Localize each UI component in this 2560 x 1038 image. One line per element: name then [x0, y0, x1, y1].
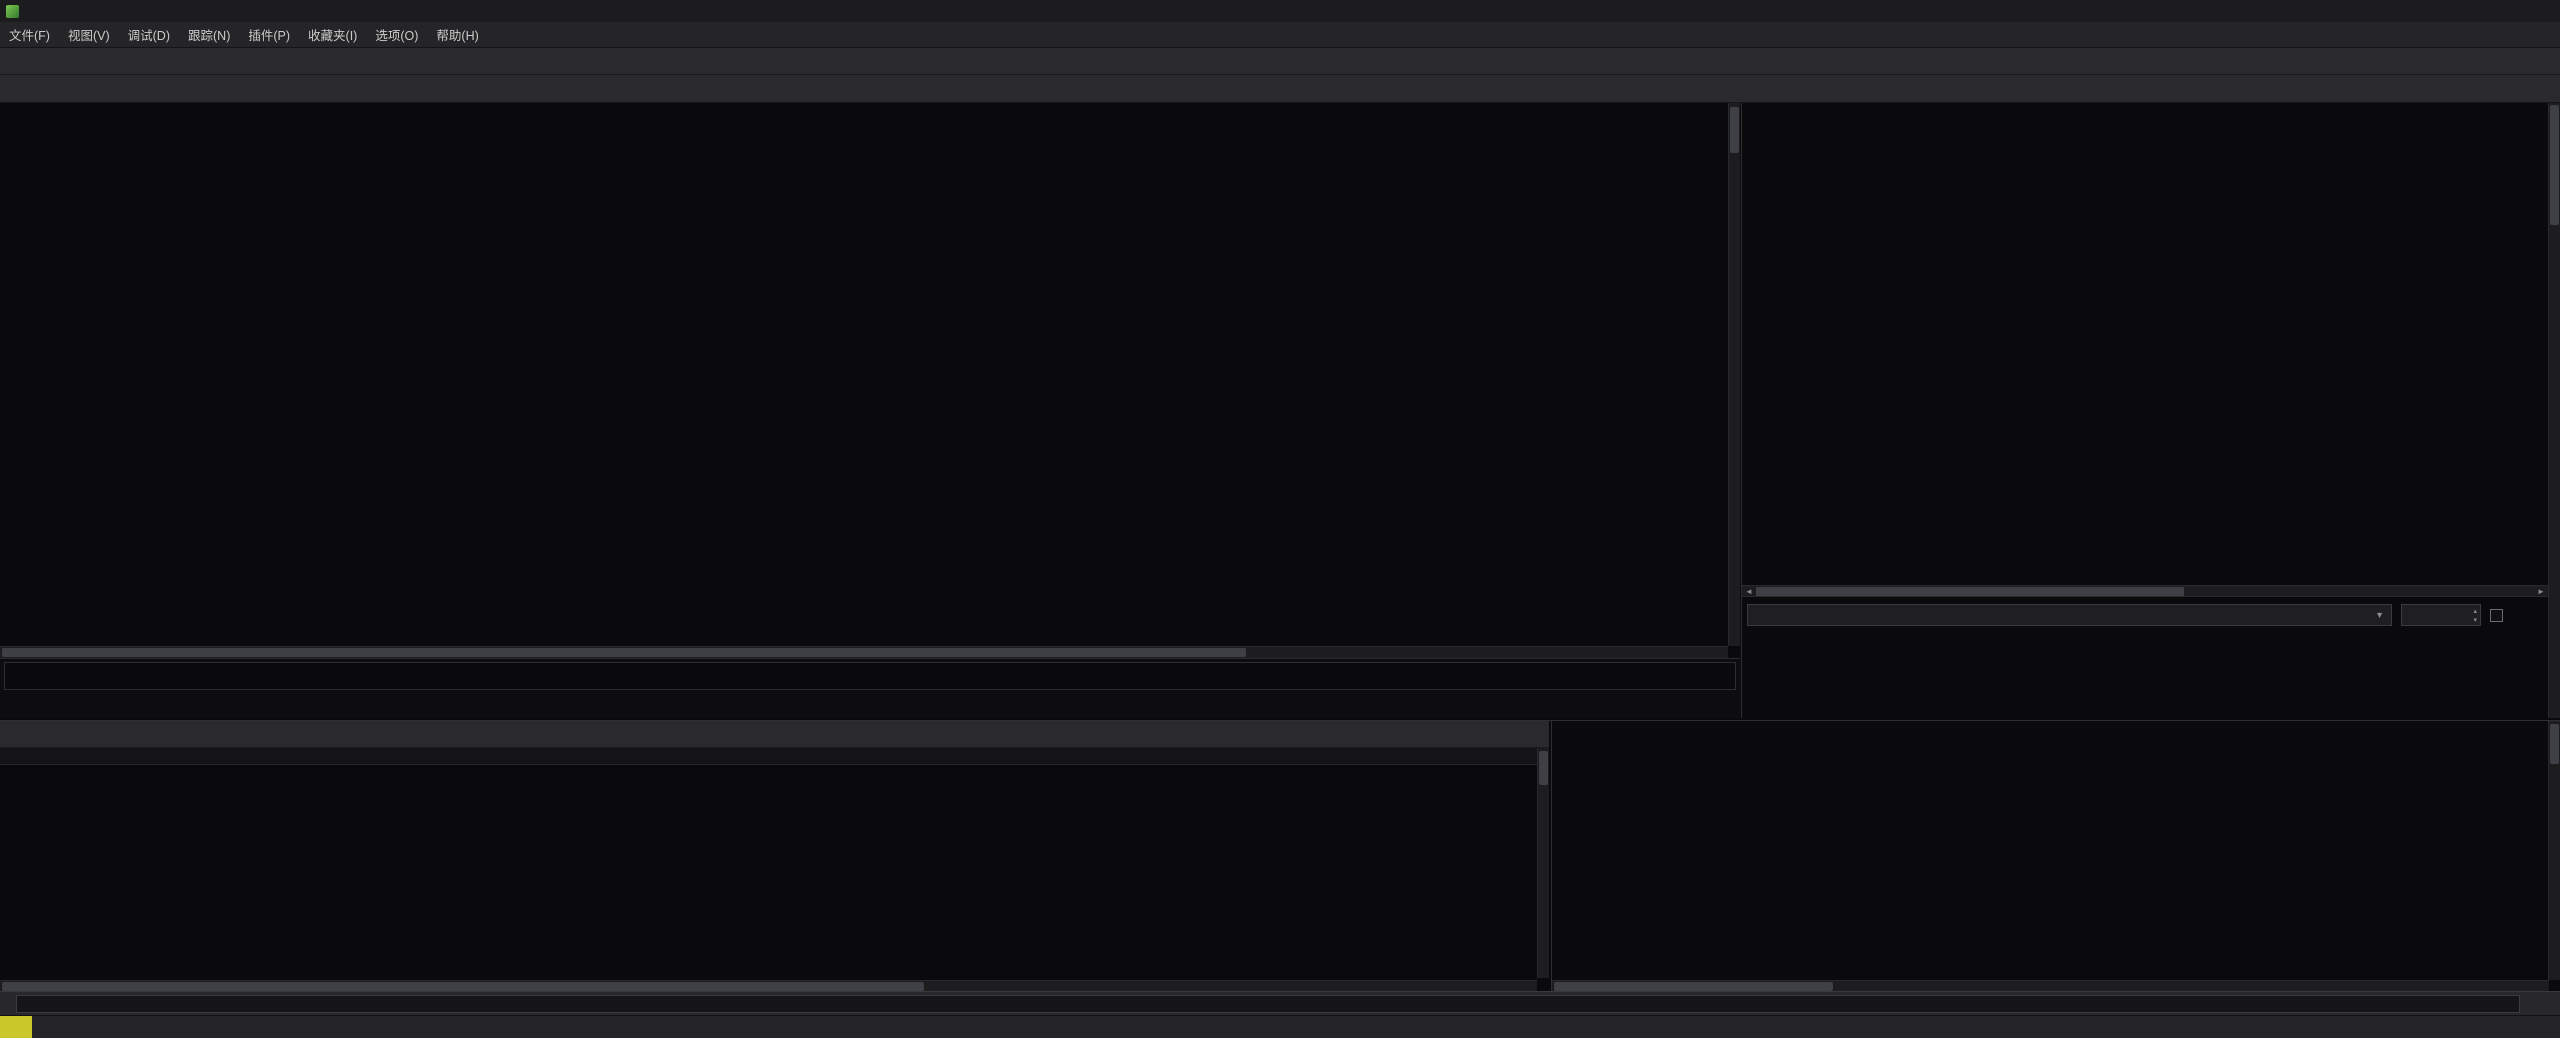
dump-vscrollbar[interactable] [1537, 748, 1549, 978]
maximize-button[interactable] [2492, 0, 2526, 22]
toolbar [0, 48, 2560, 75]
menu-file[interactable]: 文件(F) [0, 25, 59, 44]
info-line-address [0, 690, 1740, 697]
scrollbar-thumb[interactable] [1730, 107, 1739, 153]
scrollbar-thumb[interactable] [2, 982, 925, 991]
dump-tabbar [0, 721, 1549, 748]
registers-vscrollbar[interactable] [2548, 103, 2560, 718]
view-tabbar [0, 75, 2560, 103]
args-toolbar: ▼ ▴ ▾ [1747, 603, 2544, 627]
menu-debug[interactable]: 调试(D) [119, 25, 179, 44]
scroll-right-arrow-icon[interactable]: ► [2534, 587, 2548, 596]
registers-pane[interactable]: ◄ ► ▼ ▴ ▾ [1741, 103, 2560, 718]
stack-pane[interactable] [1551, 721, 2560, 992]
menu-help[interactable]: 帮助(H) [427, 25, 487, 44]
scrollbar-thumb[interactable] [1554, 982, 1834, 991]
disasm-vscrollbar[interactable] [1728, 103, 1740, 646]
scroll-left-arrow-icon[interactable]: ◄ [1742, 587, 1756, 596]
chevron-down-icon: ▼ [2375, 610, 2384, 620]
close-button[interactable] [2526, 0, 2560, 22]
window-controls [2458, 0, 2560, 22]
registers-hscrollbar[interactable]: ◄ ► [1742, 585, 2548, 597]
app-icon [6, 4, 19, 18]
scrollbar-thumb[interactable] [1539, 751, 1548, 785]
minimize-button[interactable] [2458, 0, 2492, 22]
args-depth-spinner[interactable]: ▴ ▾ [2401, 604, 2481, 626]
hide-fpu-button[interactable] [1742, 103, 2560, 127]
menu-options[interactable]: 选项(O) [366, 25, 427, 44]
disassembly-pane[interactable] [0, 103, 1740, 658]
menu-plugins[interactable]: 插件(P) [239, 25, 299, 44]
disasm-hscrollbar[interactable] [0, 646, 1728, 658]
menu-view[interactable]: 视图(V) [59, 25, 119, 44]
info-pane [0, 658, 1740, 718]
unlock-checkbox[interactable] [2490, 608, 2503, 622]
disassembly-rows [0, 107, 1728, 646]
dump-column-headers [0, 748, 1549, 765]
command-input[interactable] [16, 994, 2520, 1013]
scrollbar-thumb[interactable] [1756, 587, 2184, 596]
status-bar [0, 1015, 2560, 1038]
bottom-panes [0, 720, 2560, 992]
dump-pane[interactable] [0, 721, 1549, 992]
stack-vscrollbar[interactable] [2548, 721, 2560, 980]
cpu-view: ◄ ► ▼ ▴ ▾ [0, 103, 2560, 718]
command-bar [0, 991, 2560, 1015]
info-box [4, 662, 1736, 690]
menu-favourites[interactable]: 收藏夹(I) [299, 25, 366, 44]
titlebar [0, 0, 2560, 22]
spinner-arrows-icon[interactable]: ▴ ▾ [2473, 607, 2477, 625]
dump-rows [0, 766, 1535, 978]
stack-rows [1552, 724, 2548, 980]
scrollbar-thumb[interactable] [2, 648, 1247, 657]
x32dbg-window: 文件(F) 视图(V) 调试(D) 跟踪(N) 插件(P) 收藏夹(I) 选项(O) 帮助(H… [0, 0, 2560, 1038]
calling-convention-select[interactable]: ▼ [1747, 604, 2392, 626]
scrollbar-thumb[interactable] [2550, 105, 2559, 225]
scrollbar-thumb[interactable] [2550, 724, 2559, 764]
menu-trace[interactable]: 跟踪(N) [179, 25, 239, 44]
debug-state-badge [0, 1016, 32, 1038]
menubar: 文件(F) 视图(V) 调试(D) 跟踪(N) 插件(P) 收藏夹(I) 选项(O) 帮助(H… [0, 22, 2560, 48]
